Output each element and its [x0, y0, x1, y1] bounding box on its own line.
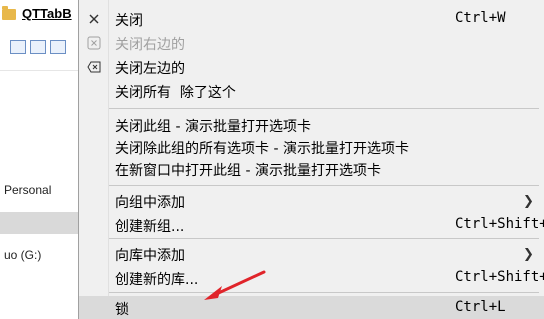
tab-title[interactable]: QTTabB: [22, 6, 72, 21]
menu-separator: [109, 185, 539, 186]
menu-item-group-new-window[interactable]: 在新窗口中打开此组 - 演示批量打开选项卡: [79, 157, 544, 181]
menu-item-label: 关闭所有 除了这个: [115, 85, 236, 101]
submenu-arrow-icon: ❯: [523, 247, 534, 262]
menu-item-label: 关闭左边的: [115, 61, 185, 77]
sidebar-item-drive[interactable]: uo (G:): [4, 248, 41, 262]
menu-item-label: 关闭此组 - 演示批量打开选项卡: [115, 119, 311, 135]
view-pane-icon[interactable]: [50, 40, 66, 54]
menu-item-close-right[interactable]: 关闭右边的: [79, 31, 544, 55]
menu-item-close-left[interactable]: 关闭左边的: [79, 55, 544, 79]
menu-item-shortcut: Ctrl+Shift+G: [455, 216, 544, 232]
menu-item-shortcut: Ctrl+L: [455, 299, 506, 315]
menu-separator: [109, 238, 539, 239]
close-icon: [89, 14, 99, 24]
menu-item-add-to-library[interactable]: 向库中添加 ❯: [79, 242, 544, 266]
menu-item-label: 关闭右边的: [115, 37, 185, 53]
menu-item-group-close[interactable]: 关闭此组 - 演示批量打开选项卡: [79, 113, 544, 137]
submenu-arrow-icon: ❯: [523, 194, 534, 209]
menu-item-label: 创建新组...: [115, 219, 185, 235]
menu-item-label: 创建新的库...: [115, 272, 199, 288]
menu-item-close-all-except[interactable]: 关闭所有 除了这个: [79, 79, 544, 103]
explorer-tab[interactable]: QTTabB: [0, 0, 80, 30]
sidebar-item-personal[interactable]: Personal: [4, 183, 51, 197]
explorer-toolbar: [10, 40, 66, 58]
menu-item-label: 关闭除此组的所有选项卡 - 演示批量打开选项卡: [115, 141, 409, 157]
menu-item-create-library[interactable]: 创建新的库... Ctrl+Shift+L: [79, 266, 544, 290]
menu-item-shortcut: Ctrl+W: [455, 10, 506, 26]
view-details-icon[interactable]: [30, 40, 46, 54]
menu-item-group-close-others[interactable]: 关闭除此组的所有选项卡 - 演示批量打开选项卡: [79, 135, 544, 159]
menu-separator: [109, 292, 539, 293]
menu-item-add-to-group[interactable]: 向组中添加 ❯: [79, 189, 544, 213]
tab-context-menu: 关闭 Ctrl+W 关闭右边的 关闭左边的 关闭所有 除了这个 关闭此组 - 演…: [78, 0, 544, 319]
menu-item-lock[interactable]: 锁 Ctrl+L: [79, 296, 544, 319]
explorer-window: QTTabB Personal uo (G:): [0, 0, 80, 319]
sidebar-selection[interactable]: [0, 212, 78, 234]
menu-item-shortcut: Ctrl+Shift+L: [455, 269, 544, 285]
close-left-icon: [87, 61, 101, 73]
menu-item-label: 在新窗口中打开此组 - 演示批量打开选项卡: [115, 163, 381, 179]
folder-icon: [2, 6, 16, 20]
menu-item-label: 关闭: [115, 13, 143, 29]
view-list-icon[interactable]: [10, 40, 26, 54]
menu-item-close[interactable]: 关闭 Ctrl+W: [79, 7, 544, 31]
menu-item-label: 向库中添加: [115, 248, 185, 264]
menu-item-create-group[interactable]: 创建新组... Ctrl+Shift+G: [79, 213, 544, 237]
menu-separator: [109, 108, 539, 109]
menu-item-label: 向组中添加: [115, 195, 185, 211]
close-right-icon: [87, 36, 101, 50]
menu-item-label: 锁: [115, 302, 129, 318]
divider: [0, 70, 80, 71]
